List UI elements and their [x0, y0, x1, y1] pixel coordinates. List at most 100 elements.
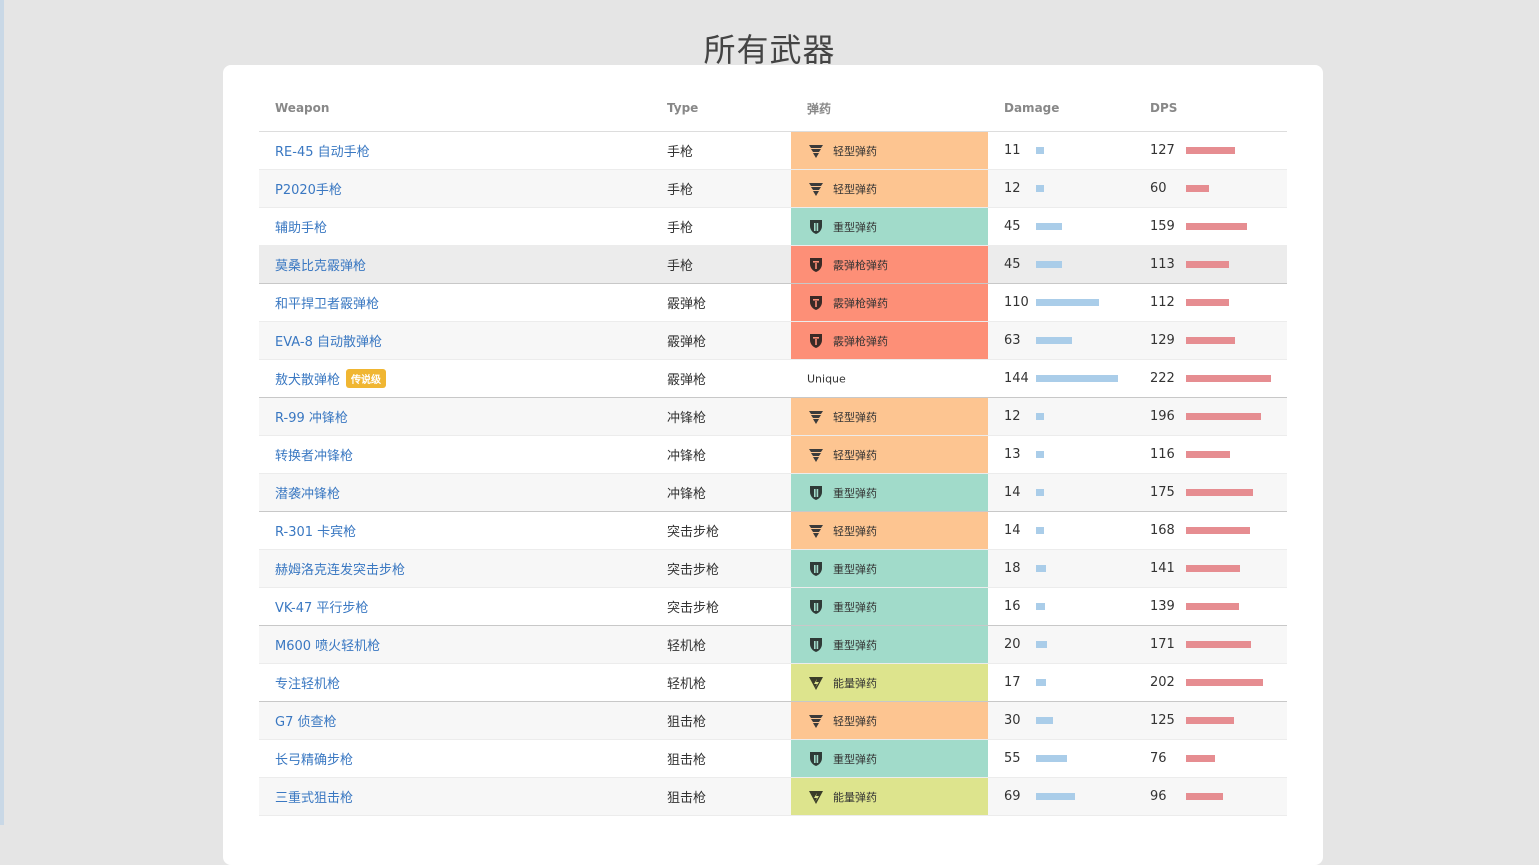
- header-damage[interactable]: Damage: [988, 85, 1134, 132]
- table-row[interactable]: 和平捍卫者霰弹枪 霰弹枪 霰弹枪弹药 110 112: [259, 283, 1287, 322]
- legendary-badge: 传说级: [346, 369, 387, 388]
- weapon-type: 手枪: [651, 245, 791, 284]
- dps-cell: 129: [1134, 321, 1287, 360]
- weapon-type: 突击步枪: [651, 549, 791, 588]
- dps-cell: 141: [1134, 549, 1287, 588]
- dps-value: 125: [1150, 713, 1175, 728]
- damage-bar: [1036, 223, 1062, 230]
- ammo-cell: 轻型弹药: [791, 435, 988, 474]
- damage-cell: 13: [988, 435, 1134, 474]
- ammo-label: 轻型弹药: [833, 448, 877, 462]
- ammo-cell: 能量弹药: [791, 663, 988, 702]
- table-row[interactable]: 专注轻机枪 轻机枪 能量弹药 17 202: [259, 663, 1287, 702]
- dps-value: 76: [1150, 751, 1167, 766]
- damage-value: 63: [1004, 333, 1021, 348]
- weapon-link[interactable]: EVA-8 自动散弹枪: [275, 335, 382, 350]
- ammo-label: 霰弹枪弹药: [833, 296, 888, 310]
- table-row[interactable]: 长弓精确步枪 狙击枪 重型弹药 55 76: [259, 739, 1287, 778]
- damage-value: 110: [1004, 295, 1029, 310]
- dps-bar: [1186, 337, 1235, 344]
- damage-cell: 144: [988, 359, 1134, 398]
- header-weapon[interactable]: Weapon: [259, 85, 651, 132]
- heavy-ammo-icon: [807, 750, 825, 768]
- ammo-cell: Unique: [791, 359, 988, 398]
- table-row[interactable]: R-99 冲锋枪 冲锋枪 轻型弹药 12 196: [259, 397, 1287, 436]
- damage-value: 16: [1004, 599, 1021, 614]
- weapon-link[interactable]: 长弓精确步枪: [275, 753, 353, 768]
- weapon-link[interactable]: G7 侦查枪: [275, 715, 336, 730]
- damage-bar: [1036, 793, 1075, 800]
- weapon-cell: EVA-8 自动散弹枪: [259, 321, 651, 360]
- dps-bar: [1186, 375, 1271, 382]
- table-header-row: Weapon Type 弹药 Damage DPS: [259, 85, 1287, 132]
- damage-value: 14: [1004, 485, 1021, 500]
- weapon-link[interactable]: 辅助手枪: [275, 221, 327, 236]
- table-row[interactable]: 莫桑比克霰弹枪 手枪 霰弹枪弹药 45 113: [259, 245, 1287, 284]
- damage-cell: 14: [988, 473, 1134, 512]
- table-row[interactable]: 辅助手枪 手枪 重型弹药 45 159: [259, 207, 1287, 246]
- dps-cell: 139: [1134, 587, 1287, 626]
- weapon-link[interactable]: 转换者冲锋枪: [275, 449, 353, 464]
- weapon-cell: M600 喷火轻机枪: [259, 625, 651, 664]
- ammo-cell: 重型弹药: [791, 739, 988, 778]
- weapon-cell: 赫姆洛克连发突击步枪: [259, 549, 651, 588]
- dps-bar: [1186, 755, 1215, 762]
- dps-value: 127: [1150, 143, 1175, 158]
- ammo-label: 重型弹药: [833, 486, 877, 500]
- weapon-link[interactable]: 三重式狙击枪: [275, 791, 353, 806]
- header-ammo[interactable]: 弹药: [791, 85, 988, 132]
- weapon-type: 霰弹枪: [651, 283, 791, 322]
- table-row[interactable]: VK-47 平行步枪 突击步枪 重型弹药 16 139: [259, 587, 1287, 626]
- header-type[interactable]: Type: [651, 85, 791, 132]
- weapon-link[interactable]: 赫姆洛克连发突击步枪: [275, 563, 405, 578]
- ammo-cell: 重型弹药: [791, 625, 988, 664]
- table-row[interactable]: RE-45 自动手枪 手枪 轻型弹药 11 127: [259, 131, 1287, 170]
- damage-bar: [1036, 489, 1044, 496]
- dps-value: 60: [1150, 181, 1167, 196]
- damage-cell: 18: [988, 549, 1134, 588]
- table-row[interactable]: 三重式狙击枪 狙击枪 能量弹药 69 96: [259, 777, 1287, 816]
- weapon-link[interactable]: 专注轻机枪: [275, 677, 340, 692]
- ammo-cell: 重型弹药: [791, 587, 988, 626]
- dps-cell: 222: [1134, 359, 1287, 398]
- table-row[interactable]: 敖犬散弹枪 传说级 霰弹枪 Unique 144 222: [259, 359, 1287, 398]
- dps-bar: [1186, 451, 1230, 458]
- window-edge: [0, 0, 4, 825]
- weapon-link[interactable]: 莫桑比克霰弹枪: [275, 259, 366, 274]
- ammo-cell: 霰弹枪弹药: [791, 321, 988, 360]
- damage-value: 13: [1004, 447, 1021, 462]
- weapon-link[interactable]: P2020手枪: [275, 183, 342, 198]
- table-row[interactable]: P2020手枪 手枪 轻型弹药 12 60: [259, 169, 1287, 208]
- table-row[interactable]: EVA-8 自动散弹枪 霰弹枪 霰弹枪弹药 63 129: [259, 321, 1287, 360]
- damage-bar: [1036, 717, 1053, 724]
- damage-cell: 45: [988, 207, 1134, 246]
- weapon-cell: G7 侦查枪: [259, 701, 651, 740]
- weapon-link[interactable]: VK-47 平行步枪: [275, 601, 368, 616]
- table-row[interactable]: G7 侦查枪 狙击枪 轻型弹药 30 125: [259, 701, 1287, 740]
- table-row[interactable]: R-301 卡宾枪 突击步枪 轻型弹药 14 168: [259, 511, 1287, 550]
- energy-ammo-icon: [807, 788, 825, 806]
- damage-value: 11: [1004, 143, 1021, 158]
- damage-value: 45: [1004, 219, 1021, 234]
- table-row[interactable]: 赫姆洛克连发突击步枪 突击步枪 重型弹药 18 141: [259, 549, 1287, 588]
- dps-cell: 196: [1134, 397, 1287, 436]
- table-row[interactable]: M600 喷火轻机枪 轻机枪 重型弹药 20 171: [259, 625, 1287, 664]
- ammo-label: 重型弹药: [833, 600, 877, 614]
- dps-cell: 168: [1134, 511, 1287, 550]
- damage-cell: 17: [988, 663, 1134, 702]
- weapon-link[interactable]: R-99 冲锋枪: [275, 411, 348, 426]
- header-dps[interactable]: DPS: [1134, 85, 1287, 132]
- ammo-cell: 轻型弹药: [791, 169, 988, 208]
- weapon-link[interactable]: RE-45 自动手枪: [275, 145, 370, 160]
- weapon-link[interactable]: 敖犬散弹枪: [275, 373, 340, 388]
- table-row[interactable]: 潜袭冲锋枪 冲锋枪 重型弹药 14 175: [259, 473, 1287, 512]
- weapon-link[interactable]: M600 喷火轻机枪: [275, 639, 380, 654]
- weapon-link[interactable]: 和平捍卫者霰弹枪: [275, 297, 379, 312]
- ammo-cell: 轻型弹药: [791, 397, 988, 436]
- table-row[interactable]: 转换者冲锋枪 冲锋枪 轻型弹药 13 116: [259, 435, 1287, 474]
- weapon-link[interactable]: R-301 卡宾枪: [275, 525, 356, 540]
- damage-cell: 11: [988, 131, 1134, 170]
- dps-cell: 125: [1134, 701, 1287, 740]
- damage-bar: [1036, 565, 1046, 572]
- weapon-link[interactable]: 潜袭冲锋枪: [275, 487, 340, 502]
